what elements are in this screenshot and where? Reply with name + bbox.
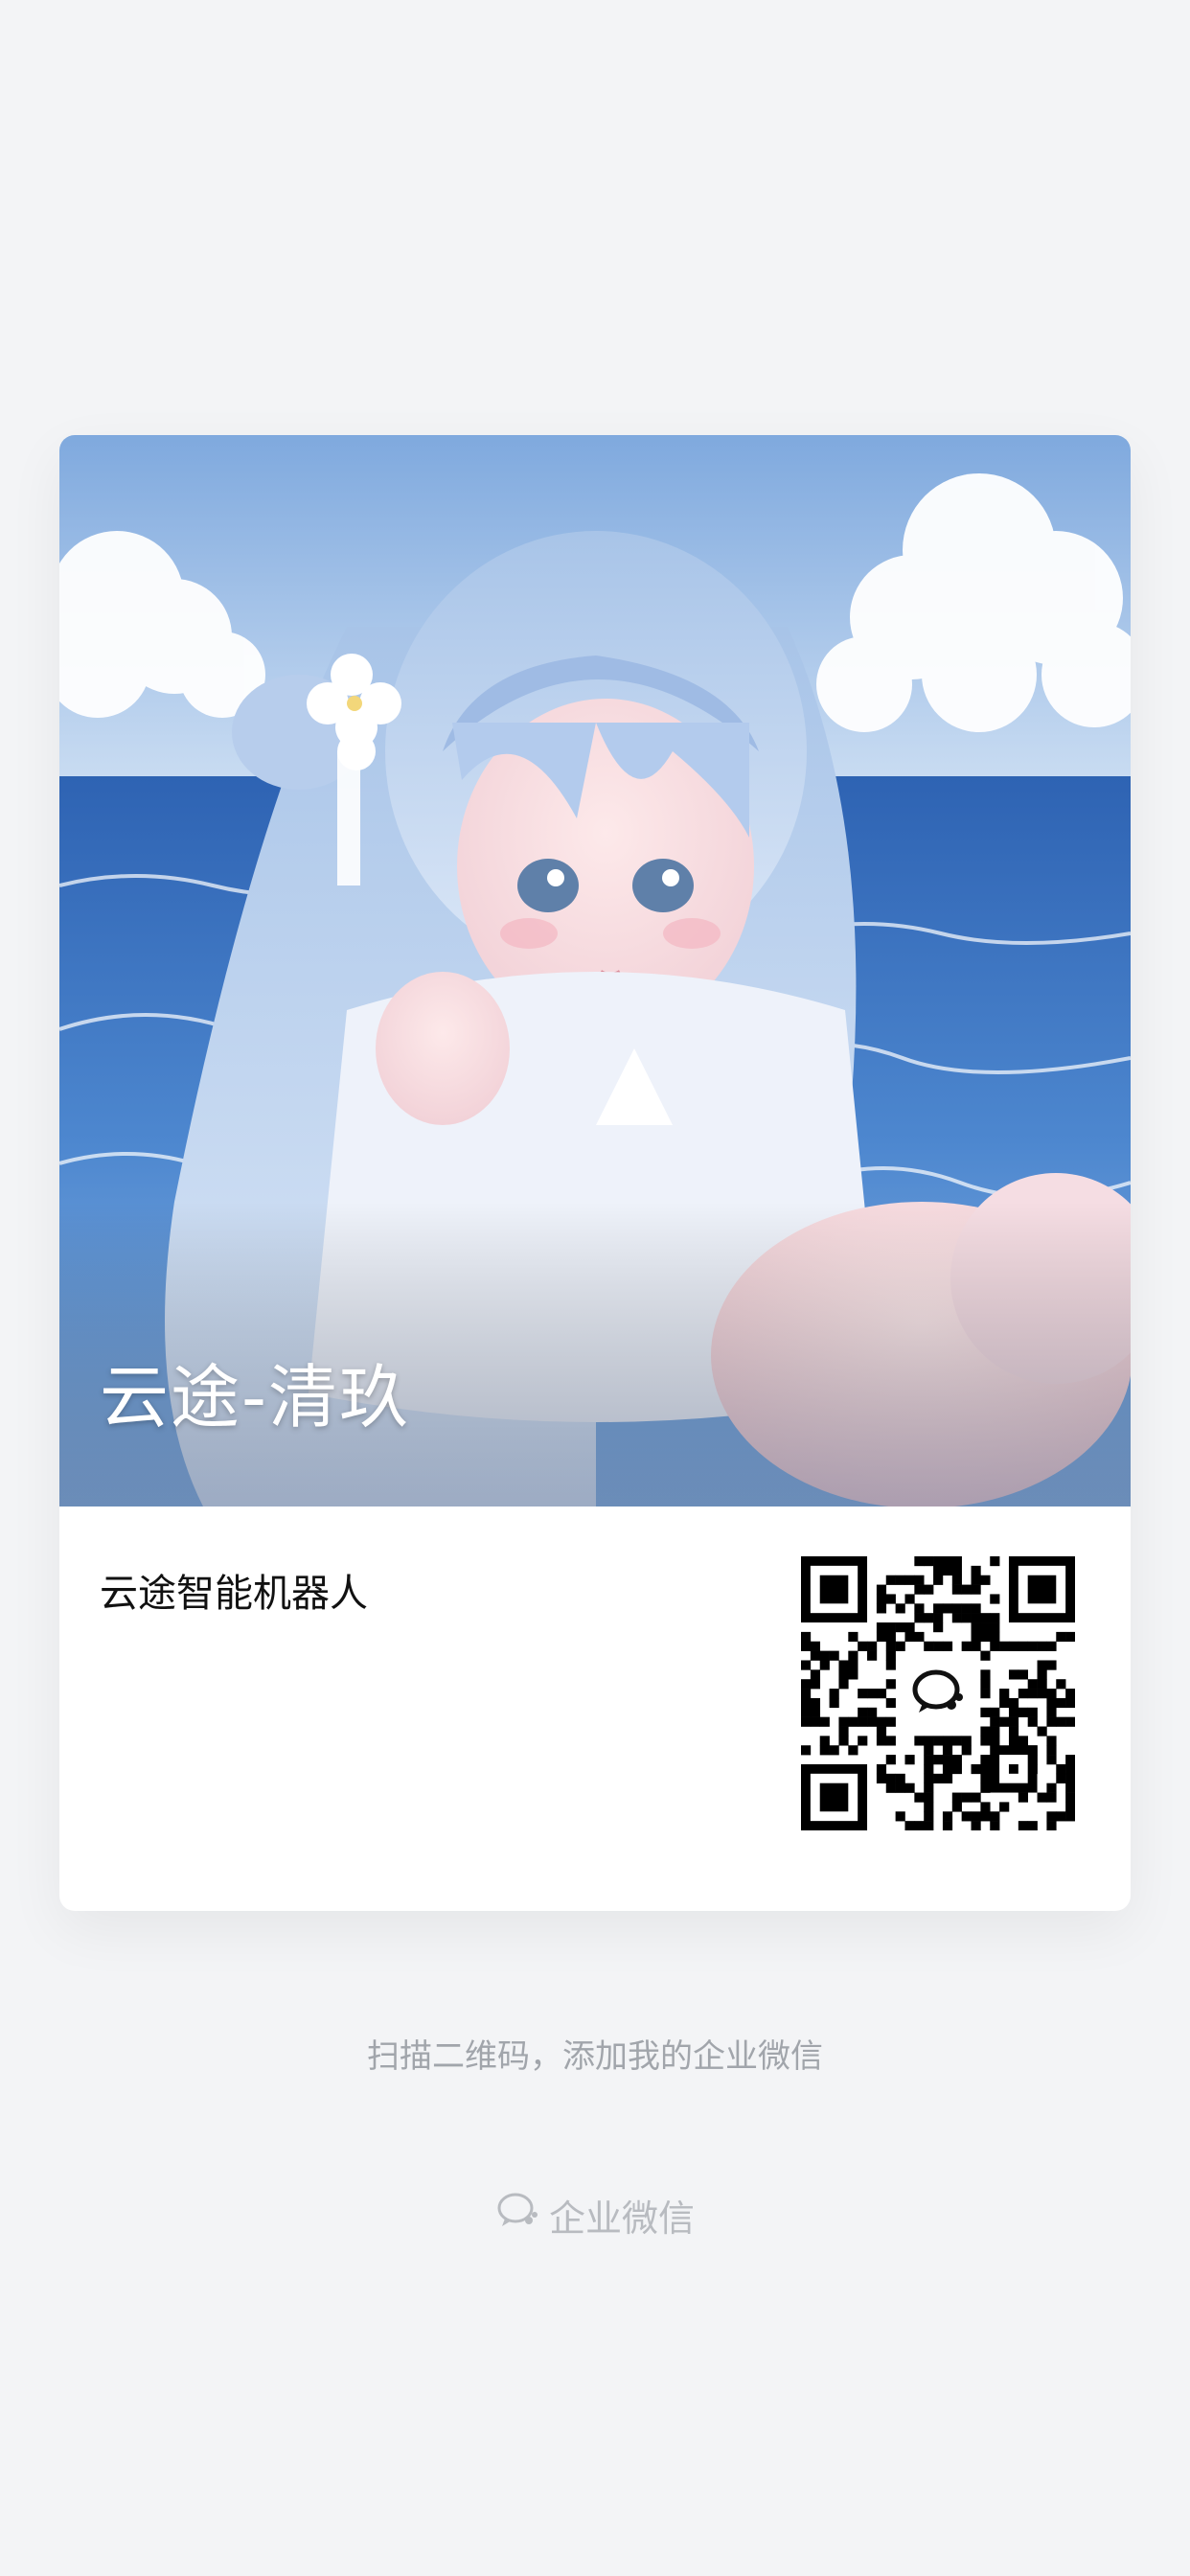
wecom-brand-label: 企业微信	[548, 2197, 695, 2240]
contact-card: 云途-清玖 云途智能机器人	[59, 435, 1131, 1911]
card-info-section: 云途智能机器人	[59, 1506, 1131, 1911]
anime-girl-ocean-illustration	[59, 435, 1131, 1506]
wecom-brand: 企业微信	[0, 2189, 1190, 2242]
scan-hint-text: 扫描二维码，添加我的企业微信	[367, 2037, 823, 2076]
contact-name-title: 云途-清玖	[100, 1357, 410, 1438]
wecom-logo-icon	[495, 2191, 539, 2240]
qr-code[interactable]	[801, 1556, 1075, 1830]
company-name: 云途智能机器人	[100, 1572, 368, 1616]
profile-hero-image: 云途-清玖	[59, 435, 1131, 1506]
wecom-logo-icon	[900, 1655, 976, 1732]
